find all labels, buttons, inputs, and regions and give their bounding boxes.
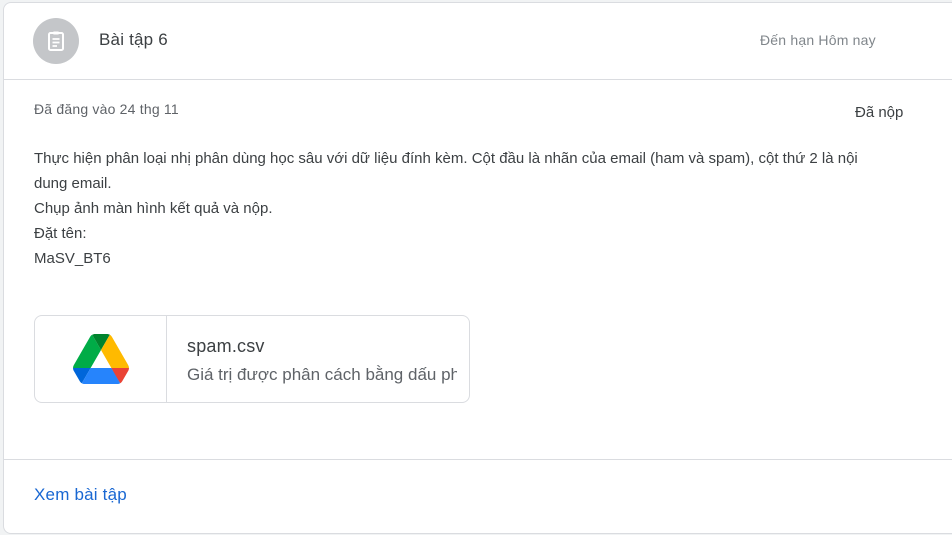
view-assignment-link[interactable]: Xem bài tập [34,485,127,505]
attachment-name[interactable]: spam.csv [187,336,265,357]
clipboard-icon [48,31,64,51]
attachment-type: Giá trị được phân cách bằng dấu phẩy [187,365,457,384]
google-drive-icon [72,334,129,384]
card-footer: Xem bài tập [4,459,952,533]
description-line: Đặt tên: [34,225,87,242]
posted-date: Đã đăng vào 24 thg 11 [34,101,179,117]
description-line: Chụp ảnh màn hình kết quả và nộp. [34,200,273,217]
assignment-header[interactable]: Bài tập 6 Đến hạn Hôm nay [4,3,952,80]
submission-status: Đã nộp [855,104,904,121]
description-line: dung email. [34,175,112,192]
attachment-thumbnail [35,316,167,402]
attachment-card[interactable]: spam.csv Giá trị được phân cách bằng dấu… [34,315,470,403]
description-line: Thực hiện phân loại nhị phân dùng học sâ… [34,150,858,167]
assignment-card: Bài tập 6 Đến hạn Hôm nay Đã đăng vào 24… [3,2,952,534]
assignment-title[interactable]: Bài tập 6 [99,30,168,50]
due-date: Đến hạn Hôm nay [760,32,876,48]
description-line: MaSV_BT6 [34,250,111,267]
assignment-description: Thực hiện phân loại nhị phân dùng học sâ… [34,146,924,271]
assignment-icon[interactable] [33,18,79,64]
